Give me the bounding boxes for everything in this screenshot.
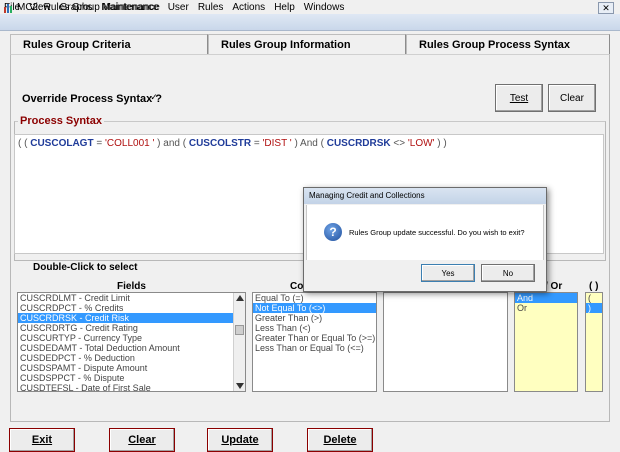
- tab-rules-group-information[interactable]: Rules Group Information: [208, 34, 406, 54]
- syntax-value-1: 'COLL001 ': [104, 138, 155, 149]
- override-process-syntax-checkbox[interactable]: ✓: [149, 93, 159, 103]
- andor-column-header: / Or: [545, 281, 563, 292]
- values-listbox[interactable]: [383, 292, 508, 392]
- menu-actions[interactable]: Actions: [232, 2, 265, 13]
- syntax-connector-2: ) And (: [294, 138, 324, 149]
- menu-user[interactable]: User: [168, 2, 189, 13]
- list-item[interactable]: CUSDSPAMT - Dispute Amount: [18, 363, 245, 373]
- list-item[interactable]: CUSCURTYP - Currency Type: [18, 333, 245, 343]
- syntax-value-2: 'DIST ': [262, 138, 292, 149]
- yes-button[interactable]: Yes: [421, 264, 475, 282]
- list-item-selected[interactable]: Not Equal To (<>): [253, 303, 376, 313]
- syntax-field-2: CUSCOLSTR: [188, 138, 252, 149]
- fields-scrollbar[interactable]: [233, 293, 245, 391]
- app-chart-icon: [4, 4, 12, 13]
- list-item[interactable]: Greater Than (>): [253, 313, 376, 323]
- list-item[interactable]: CUSCRDPCT - % Credits: [18, 303, 245, 313]
- window-title: MC2: Rules Group Maintenance: [17, 2, 160, 13]
- dialog-message: Rules Group update successful. Do you wi…: [349, 228, 525, 237]
- clear-syntax-button[interactable]: Clear: [548, 84, 596, 112]
- list-item-selected[interactable]: And: [515, 293, 577, 303]
- list-item[interactable]: Less Than or Equal To (<=): [253, 343, 376, 353]
- list-item[interactable]: (: [586, 293, 602, 303]
- syntax-field-3: CUSCRDRSK: [326, 138, 391, 149]
- no-button[interactable]: No: [481, 264, 535, 282]
- clear-button-label: Clear: [128, 434, 156, 446]
- test-button[interactable]: Test: [495, 84, 543, 112]
- scrollbar-thumb[interactable]: [235, 325, 244, 335]
- tab-rules-group-criteria[interactable]: Rules Group Criteria: [10, 34, 208, 54]
- list-item-selected[interactable]: ): [586, 303, 602, 313]
- list-item[interactable]: Greater Than or Equal To (>=): [253, 333, 376, 343]
- scroll-down-arrow-icon[interactable]: [236, 383, 244, 389]
- override-process-syntax-label: Override Process Syntax ?: [22, 93, 163, 105]
- menu-windows[interactable]: Windows: [304, 2, 345, 13]
- delete-button[interactable]: Delete: [307, 428, 373, 452]
- list-item[interactable]: Less Than (<): [253, 323, 376, 333]
- syntax-close-parens: ) ): [437, 138, 447, 149]
- list-item[interactable]: CUSDEDAMT - Total Deduction Amount: [18, 343, 245, 353]
- syntax-connector-1: ) and (: [157, 138, 187, 149]
- update-button-label: Update: [221, 434, 259, 446]
- tab-rules-group-process-syntax[interactable]: Rules Group Process Syntax: [406, 34, 610, 54]
- update-button[interactable]: Update: [207, 428, 273, 452]
- list-item[interactable]: CUSDEDPCT - % Deduction: [18, 353, 245, 363]
- syntax-value-3: 'LOW': [407, 138, 435, 149]
- conditions-column-header: Co: [290, 281, 304, 292]
- syntax-field-1: CUSCOLAGT: [30, 138, 94, 149]
- process-syntax-legend: Process Syntax: [18, 115, 104, 127]
- conditions-listbox[interactable]: Equal To (=) Not Equal To (<>) Greater T…: [252, 292, 377, 392]
- syntax-operator-2: =: [253, 138, 260, 149]
- process-syntax-expression: ( ( CUSCOLAGT = 'COLL001 ' ) and ( CUSCO…: [18, 138, 447, 149]
- fields-listbox[interactable]: CUSCRDLMT - Credit Limit CUSCRDPCT - % C…: [17, 292, 246, 392]
- andor-listbox[interactable]: And Or: [514, 292, 578, 392]
- list-item[interactable]: CUSCRDLMT - Credit Limit: [18, 293, 245, 303]
- exit-button[interactable]: Exit: [9, 428, 75, 452]
- syntax-operator-1: =: [96, 138, 103, 149]
- delete-button-label: Delete: [323, 434, 357, 446]
- list-item[interactable]: CUSCRDRTG - Credit Rating: [18, 323, 245, 333]
- question-icon: ?: [324, 223, 342, 241]
- menu-help[interactable]: Help: [274, 2, 295, 13]
- dialog-title: Managing Credit and Collections: [304, 188, 546, 204]
- test-button-label: Test: [509, 92, 529, 104]
- syntax-open-parens: ( (: [18, 138, 28, 149]
- syntax-operator-3: <>: [393, 138, 406, 149]
- exit-button-label: Exit: [31, 434, 53, 446]
- paren-listbox[interactable]: ( ): [585, 292, 603, 392]
- list-item[interactable]: CUSDSPPCT - % Dispute: [18, 373, 245, 383]
- scroll-up-arrow-icon[interactable]: [236, 295, 244, 301]
- list-item[interactable]: Or: [515, 303, 577, 313]
- window-title-bar: [0, 14, 620, 31]
- window-close-button[interactable]: ✕: [598, 2, 614, 14]
- list-item[interactable]: CUSDTEFSL - Date of First Sale: [18, 383, 245, 391]
- list-item[interactable]: Equal To (=): [253, 293, 376, 303]
- fields-column-header: Fields: [117, 281, 146, 292]
- menu-rules[interactable]: Rules: [198, 2, 224, 13]
- list-item-selected[interactable]: CUSCRDRSK - Credit Risk: [18, 313, 245, 323]
- double-click-hint: Double-Click to select: [33, 262, 138, 273]
- clear-button[interactable]: Clear: [109, 428, 175, 452]
- paren-column-header: ( ): [589, 281, 599, 292]
